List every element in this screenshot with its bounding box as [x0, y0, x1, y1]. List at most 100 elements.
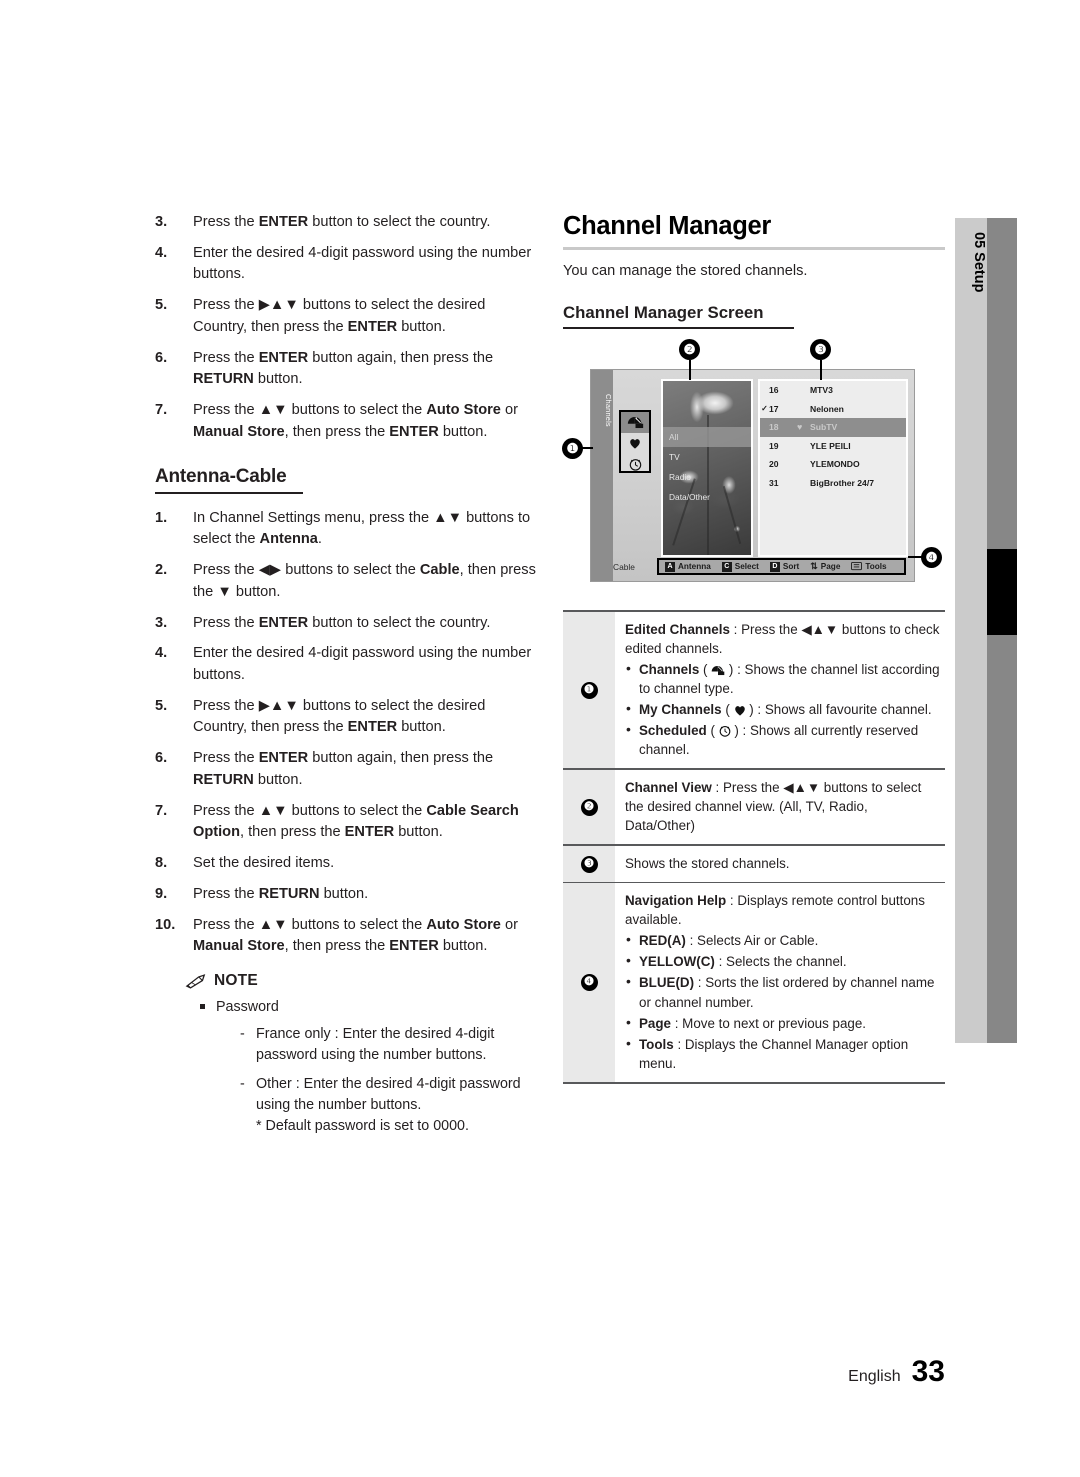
nav-help-item[interactable]: Tools [851, 562, 887, 571]
step-number: 9. [155, 885, 168, 902]
step-text: Press the ▶▲▼ buttons to select the desi… [193, 697, 486, 736]
right-column: Channel Manager You can manage the store… [562, 212, 945, 1084]
legend-row: ❶ Edited Channels : Press the ◀▲▼ buttons… [563, 612, 945, 771]
legend-badge: ❷ [580, 798, 598, 816]
step-item: 5. Press the ▶▲▼ buttons to select the de… [155, 696, 540, 739]
callout-2: ❷ [679, 339, 700, 360]
step-item: 5. Press the ▶▲▼ buttons to select the de… [155, 295, 540, 338]
legend-badge: ❹ [580, 973, 598, 991]
step-item: 7. Press the ▲▼ buttons to select the Aut… [155, 400, 540, 443]
step-item: 7. Press the ▲▼ buttons to select the Cab… [155, 801, 540, 844]
channel-type-list[interactable]: All TV Radio Data/Other [663, 427, 751, 507]
legend-badge-cell: ❶ [563, 612, 615, 769]
legend-text-cell: Channel View : Press the ◀▲▼ buttons to … [625, 780, 922, 834]
rail-item-scheduled[interactable] [621, 454, 649, 475]
section-heading-channel-manager-screen: Channel Manager Screen [563, 303, 764, 322]
channel-number: 17 [769, 403, 779, 414]
step-number: 3. [155, 614, 168, 631]
steps-bottom-list: 1. In Channel Settings menu, press the ▲▼… [155, 508, 540, 958]
left-column: 3. Press the ENTER button to select the c… [155, 212, 540, 1145]
step-text: Enter the desired 4-digit password using… [193, 645, 532, 684]
nav-help-item[interactable]: C Select [721, 561, 759, 572]
clock-icon [719, 726, 730, 737]
legend-sub-term: Channels [639, 662, 700, 678]
step-number: 4. [155, 244, 168, 261]
step-number: 3. [155, 214, 168, 230]
rail-item-my-channels[interactable] [621, 433, 649, 454]
legend-row: ❹ Navigation Help : Displays remote contr… [563, 883, 945, 1084]
legend-text-cell: Navigation Help : Displays remote contro… [615, 883, 945, 1081]
rail-item-channels[interactable] [621, 412, 649, 433]
channel-name: BigBrother 24/7 [810, 477, 874, 488]
step-text: Press the ▲▼ buttons to select the Auto … [193, 402, 518, 440]
step-item: 4. Enter the desired 4-digit password usi… [155, 643, 540, 686]
channel-row[interactable]: ✓ 17 Nelonen [760, 400, 906, 419]
tools-icon [851, 562, 863, 571]
note-list: PasswordFrance only : Enter the desired … [200, 997, 540, 1136]
page-title: Channel Manager [563, 212, 772, 240]
tv-screen: Channels All TV Radio Data/Other 16 MTV3… [590, 369, 915, 582]
channel-type-item[interactable]: Radio [663, 467, 751, 487]
channel-name: MTV3 [810, 385, 833, 396]
legend-term: Navigation Help [625, 893, 727, 909]
channel-row[interactable]: 31 BigBrother 24/7 [760, 474, 906, 493]
legend-sub-item: RED(A) : Selects Air or Cable. [625, 930, 941, 950]
step-number: 7. [155, 402, 168, 419]
heart-icon [630, 439, 640, 449]
channel-number: 20 [769, 459, 779, 470]
favourite-heart-icon: ♥ [797, 421, 803, 432]
channel-view-panel[interactable]: All TV Radio Data/Other [661, 379, 753, 557]
channel-type-rail[interactable] [619, 410, 651, 473]
chapter-tab: 05 Setup [955, 218, 987, 1043]
step-item: 6. Press the ENTER button again, then pre… [155, 748, 540, 791]
legend-sub-item: YELLOW(C) : Selects the channel. [625, 951, 941, 971]
step-text: Press the ▲▼ buttons to select the Cable… [193, 802, 519, 841]
pencil-icon [185, 973, 206, 989]
note-default-password: * Default password is set to 0000. [256, 1117, 469, 1134]
channel-type-item[interactable]: TV [663, 447, 751, 467]
step-text: Set the desired items. [193, 855, 335, 872]
note-header: NOTE [185, 972, 540, 990]
channel-row[interactable]: 19 YLE PEILI [760, 437, 906, 456]
nav-help-item[interactable]: A Antenna [665, 561, 711, 572]
channel-row[interactable]: 18 ♥ SubTV [760, 418, 906, 437]
tv-side-tab-label: Channels [604, 394, 613, 427]
legend-sub-list: RED(A) : Selects Air or Cable.YELLOW(C) … [625, 930, 941, 1072]
step-item: 3. Press the ENTER button to select the c… [155, 212, 540, 234]
step-text: Press the ▲▼ buttons to select the Auto … [193, 916, 518, 955]
nav-help-label: Antenna [678, 562, 711, 571]
legend-row: ❸ Shows the stored channels. [563, 846, 945, 884]
step-text: Enter the desired 4-digit password using… [193, 244, 532, 283]
channel-type-item[interactable]: All [663, 427, 751, 447]
callout-3: ❸ [810, 339, 831, 360]
channel-row[interactable]: 16 MTV3 [760, 381, 906, 400]
legend-sub-term: RED(A) [639, 933, 686, 949]
footer-language: English [848, 1368, 901, 1385]
nav-help-item[interactable]: D Sort [769, 561, 799, 572]
color-key-d-icon: D [769, 561, 780, 572]
nav-help-label: Page [820, 562, 841, 571]
nav-help-item[interactable]: ⇅ Page [810, 561, 840, 572]
channel-row[interactable]: 20 YLEMONDO [760, 455, 906, 474]
channel-type-item[interactable]: Data/Other [663, 487, 751, 507]
step-text: Press the ENTER button to select the cou… [193, 214, 491, 230]
step-item: 9. Press the RETURN button. [155, 884, 540, 906]
note-sub-list: France only : Enter the desired 4-digit … [238, 1024, 540, 1137]
step-number: 7. [155, 802, 168, 819]
heart-icon [734, 706, 745, 716]
step-item: 4. Enter the desired 4-digit password usi… [155, 243, 540, 286]
channel-number: 19 [769, 440, 779, 451]
legend-sub-item: BLUE(D) : Sorts the list ordered by chan… [625, 972, 941, 1011]
legend-badge-cell: ❸ [563, 846, 615, 883]
step-text: Press the ▶▲▼ buttons to select the desi… [193, 297, 486, 335]
steps-top-list: 3. Press the ENTER button to select the c… [155, 212, 540, 444]
step-item: 6. Press the ENTER button again, then pre… [155, 348, 540, 391]
legend-sub-item: Scheduled ( ) : Shows all currently rese… [625, 720, 941, 759]
channel-list[interactable]: 16 MTV3 ✓ 17 Nelonen 18 ♥ SubTV 19 YLE PEILI 20 YLE… [758, 379, 908, 557]
step-text: Press the ◀▶ buttons to select the Cable… [193, 562, 536, 600]
legend-term: Edited Channels [625, 622, 730, 637]
tv-side-tab[interactable]: Channels [591, 370, 613, 581]
step-text: Press the ENTER button again, then press… [193, 750, 494, 788]
legend-sub-term: My Channels [639, 702, 722, 718]
manual-page: 3. Press the ENTER button to select the c… [0, 0, 1080, 1477]
